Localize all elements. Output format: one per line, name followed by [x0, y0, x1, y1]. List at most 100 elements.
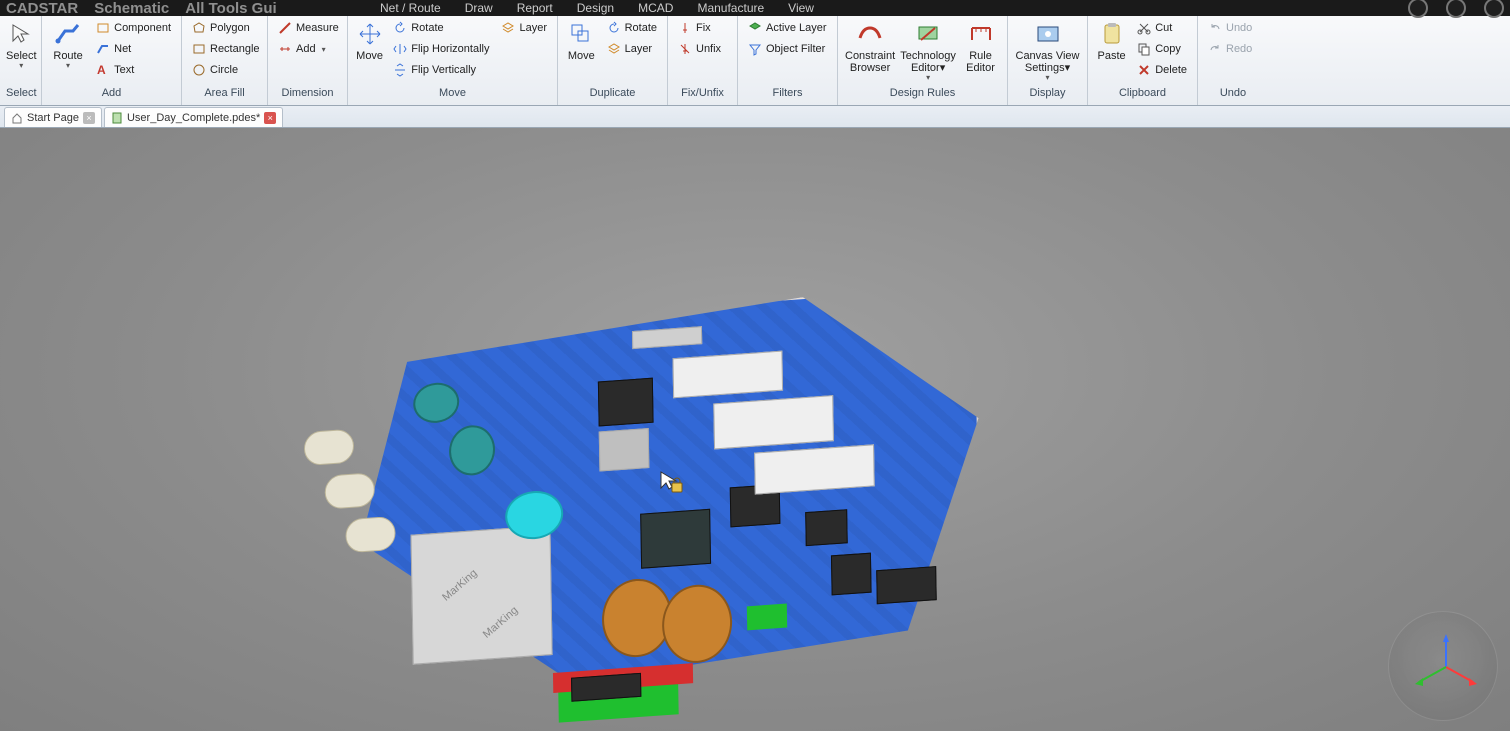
- circle-button[interactable]: Circle: [188, 60, 264, 80]
- menu-view[interactable]: View: [788, 1, 814, 15]
- fliph-button[interactable]: Flip Horizontally: [389, 39, 493, 59]
- sma-connector: [324, 472, 375, 509]
- component-icon: [96, 21, 110, 35]
- flipv-icon: [393, 63, 407, 77]
- move-layer-button[interactable]: Layer: [497, 18, 551, 38]
- unpin-icon: [678, 42, 692, 56]
- silkscreen-region: [747, 604, 787, 631]
- tab-design-file[interactable]: User_Day_Complete.pdes* ×: [104, 107, 283, 127]
- canvas-view-button[interactable]: Canvas View Settings▾: [1014, 18, 1081, 83]
- group-label: Move: [354, 87, 551, 105]
- rectangle-button[interactable]: Rectangle: [188, 39, 264, 59]
- group-label: Undo: [1204, 87, 1262, 105]
- group-add: Route Component Net A Text Add: [42, 16, 182, 105]
- select-button[interactable]: Select: [6, 18, 37, 71]
- constraint-browser-button[interactable]: Constraint Browser: [844, 18, 896, 74]
- activelayer-button[interactable]: Active Layer: [744, 18, 831, 38]
- group-label: Dimension: [274, 87, 341, 105]
- unfix-button[interactable]: Unfix: [674, 39, 725, 59]
- info-icon[interactable]: [1484, 0, 1504, 18]
- cursor-icon: [7, 20, 35, 48]
- cut-icon: [1137, 21, 1151, 35]
- measure-button[interactable]: Measure: [274, 18, 343, 38]
- ic-chip: [640, 509, 711, 569]
- rotate-button[interactable]: Rotate: [389, 18, 493, 38]
- rotate-icon: [607, 21, 621, 35]
- ic-chip: [805, 509, 848, 546]
- menu-netroute[interactable]: Net / Route: [380, 1, 441, 15]
- view-cube[interactable]: [1388, 611, 1498, 721]
- undo-button[interactable]: Undo: [1204, 18, 1256, 38]
- group-label: Display: [1014, 87, 1081, 105]
- group-duplicate: Move Rotate Layer Duplicate: [558, 16, 668, 105]
- window-controls: [1408, 0, 1504, 18]
- card-slot: [754, 444, 875, 494]
- group-label: Fix/Unfix: [674, 87, 731, 105]
- menu-bar: Net / Route Draw Report Design MCAD Manu…: [380, 0, 814, 16]
- fix-button[interactable]: Fix: [674, 18, 725, 38]
- constraint-icon: [856, 20, 884, 48]
- dup-layer-button[interactable]: Layer: [603, 39, 661, 59]
- group-select: Select Select: [0, 16, 42, 105]
- menu-mcad[interactable]: MCAD: [638, 1, 673, 15]
- app-title: CADSTAR Schematic All Tools Gui: [6, 0, 277, 17]
- share-icon[interactable]: [1446, 0, 1466, 18]
- doc-icon: [111, 112, 123, 124]
- add-net-button[interactable]: Net: [92, 39, 175, 59]
- group-dimension: Measure Add▾ Dimension: [268, 16, 348, 105]
- group-label: Area Fill: [188, 87, 261, 105]
- polygon-button[interactable]: Polygon: [188, 18, 264, 38]
- rectangle-icon: [192, 42, 206, 56]
- delete-button[interactable]: Delete: [1133, 60, 1191, 80]
- title-app: CADSTAR: [6, 0, 78, 17]
- rule-icon: [967, 20, 995, 48]
- group-label: Filters: [744, 87, 831, 105]
- route-icon: [54, 20, 82, 48]
- copy-button[interactable]: Copy: [1133, 39, 1191, 59]
- ic-chip: [598, 378, 654, 427]
- rule-editor-button[interactable]: Rule Editor: [960, 18, 1001, 74]
- 3d-viewport[interactable]: MarKing MarKing: [0, 128, 1510, 731]
- group-undo: Undo Redo Undo: [1198, 16, 1268, 105]
- close-icon[interactable]: ×: [83, 112, 95, 124]
- copy-icon: [1137, 42, 1151, 56]
- objectfilter-button[interactable]: Object Filter: [744, 39, 831, 59]
- group-label: Clipboard: [1094, 87, 1191, 105]
- document-tab-bar: Start Page × User_Day_Complete.pdes* ×: [0, 106, 1510, 128]
- circle-icon: [192, 63, 206, 77]
- dup-rotate-button[interactable]: Rotate: [603, 18, 661, 38]
- title-bar: CADSTAR Schematic All Tools Gui Net / Ro…: [0, 0, 1510, 16]
- help-icon[interactable]: [1408, 0, 1428, 18]
- dup-move-button[interactable]: Move: [564, 18, 599, 62]
- group-move: Move Rotate Flip Horizontally Flip Verti…: [348, 16, 558, 105]
- home-icon: [11, 112, 23, 124]
- fliph-icon: [393, 42, 407, 56]
- add-text-button[interactable]: A Text: [92, 60, 175, 80]
- dim-add-icon: [278, 42, 292, 56]
- ic-chip: [571, 673, 641, 702]
- group-designrules: Constraint Browser Technology Editor▾ Ru…: [838, 16, 1008, 105]
- tab-start-page[interactable]: Start Page ×: [4, 107, 102, 127]
- group-label: Add: [48, 87, 175, 105]
- redo-button[interactable]: Redo: [1204, 39, 1256, 59]
- paste-button[interactable]: Paste: [1094, 18, 1129, 62]
- add-component-button[interactable]: Component: [92, 18, 175, 38]
- menu-design[interactable]: Design: [577, 1, 614, 15]
- flipv-button[interactable]: Flip Vertically: [389, 60, 493, 80]
- route-button[interactable]: Route: [48, 18, 88, 71]
- rj-connector: [411, 525, 553, 665]
- menu-report[interactable]: Report: [517, 1, 553, 15]
- title-sub2: All Tools Gui: [185, 0, 276, 17]
- move-icon: [356, 20, 384, 48]
- dup-move-icon: [567, 20, 595, 48]
- cut-button[interactable]: Cut: [1133, 18, 1191, 38]
- dim-add-button[interactable]: Add▾: [274, 39, 343, 59]
- technology-editor-button[interactable]: Technology Editor▾: [900, 18, 956, 83]
- group-label: Duplicate: [564, 87, 661, 105]
- move-button[interactable]: Move: [354, 18, 385, 62]
- menu-manufacture[interactable]: Manufacture: [697, 1, 764, 15]
- group-fixunfix: Fix Unfix Fix/Unfix: [668, 16, 738, 105]
- close-icon[interactable]: ×: [264, 112, 276, 124]
- menu-draw[interactable]: Draw: [465, 1, 493, 15]
- group-areafill: Polygon Rectangle Circle Area Fill: [182, 16, 268, 105]
